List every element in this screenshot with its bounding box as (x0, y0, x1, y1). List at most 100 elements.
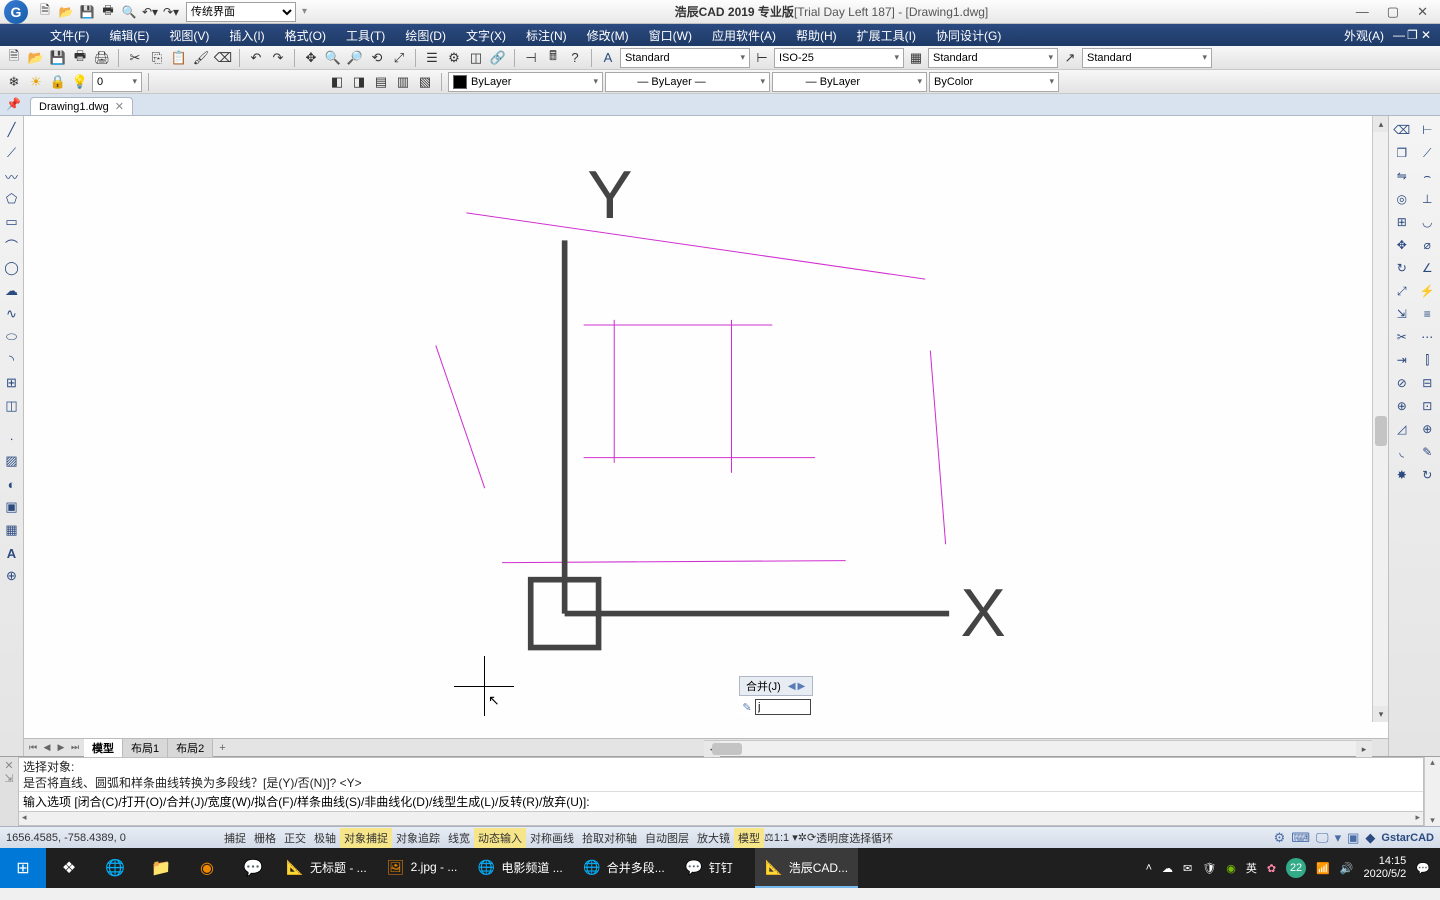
status-toggle[interactable]: 对称画线 (526, 828, 578, 848)
dim-arc-icon[interactable]: ⌢ (1417, 166, 1437, 186)
array-icon[interactable]: ⊞ (1392, 212, 1412, 232)
color-combo[interactable]: ByLayer▾ (448, 72, 603, 92)
doc-minimize-icon[interactable]: — (1390, 28, 1404, 42)
line-icon[interactable]: ╱ (2, 120, 22, 140)
print-icon[interactable]: 🖶 (99, 3, 117, 21)
flower-icon[interactable]: ✿ (1267, 862, 1276, 875)
addsel-icon[interactable]: ⊕ (2, 566, 22, 586)
document-tab[interactable]: Drawing1.dwg ✕ (30, 97, 133, 115)
block-icon[interactable]: ◫ (2, 396, 22, 416)
dim-diameter-icon[interactable]: ⌀ (1417, 235, 1437, 255)
table-style-combo[interactable]: Standard▾ (928, 48, 1058, 68)
matchprop-icon[interactable]: 🖌 (191, 48, 211, 68)
folder-icon[interactable]: 📁 (138, 848, 184, 888)
polygon-icon[interactable]: ⬠ (2, 189, 22, 209)
open-icon[interactable]: 📂 (57, 3, 75, 21)
zoom-window-icon[interactable]: 🔎 (345, 48, 365, 68)
properties-icon[interactable]: ⚙ (444, 48, 464, 68)
menu-item[interactable]: 工具(T) (336, 27, 395, 44)
status-toggle[interactable]: 拾取对称轴 (578, 828, 641, 848)
scroll-thumb[interactable] (1375, 416, 1387, 446)
menu-item[interactable]: 格式(O) (275, 27, 336, 44)
tray-expand-icon[interactable]: ▾ (1335, 830, 1342, 846)
scroll-down-icon[interactable]: ▾ (1373, 706, 1388, 722)
text-style-combo[interactable]: Standard▾ (620, 48, 750, 68)
undo-icon[interactable]: ↶▾ (141, 3, 159, 21)
dim-angular-icon[interactable]: ∠ (1417, 258, 1437, 278)
lineweight-combo[interactable]: — ByLayer▾ (772, 72, 927, 92)
menu-item[interactable]: 文字(X) (456, 27, 516, 44)
chamfer-icon[interactable]: ◿ (1392, 419, 1412, 439)
vertical-scrollbar[interactable]: ▴ ▾ (1372, 116, 1388, 722)
taskbar-task[interactable]: 📐无标题 - ... (276, 848, 377, 888)
copy-obj-icon[interactable]: ❐ (1392, 143, 1412, 163)
tolerance-icon[interactable]: ⊡ (1417, 396, 1437, 416)
dim-break-icon[interactable]: ⊟ (1417, 373, 1437, 393)
layer-freeze-icon[interactable]: ❄ (4, 72, 24, 92)
mleader-style-combo[interactable]: Standard▾ (1082, 48, 1212, 68)
saveas-icon[interactable]: 🖶 (70, 48, 90, 68)
taskbar-task[interactable]: 🖼2.jpg - ... (377, 848, 468, 888)
extend-icon[interactable]: ⇥ (1392, 350, 1412, 370)
undo-icon[interactable]: ↶ (246, 48, 266, 68)
add-layout-icon[interactable]: + (213, 742, 231, 754)
mtext-icon[interactable]: A (2, 543, 22, 563)
scroll-thumb[interactable] (712, 743, 742, 755)
doc-close-icon[interactable]: ✕ (1418, 28, 1432, 42)
menu-item[interactable]: 编辑(E) (99, 27, 159, 44)
menu-item[interactable]: 插入(I) (219, 27, 274, 44)
dim-ord-icon[interactable]: ⊥ (1417, 189, 1437, 209)
prev-option-icon[interactable]: ◀ (787, 681, 797, 692)
anno-scale[interactable]: 1:1 ▾ (774, 831, 798, 844)
browser-icon[interactable]: 🌐 (92, 848, 138, 888)
defender-icon[interactable]: 🛡 (1202, 862, 1216, 875)
tablestyle-icon[interactable]: ▦ (906, 48, 926, 68)
transparency-toggle[interactable]: 透明度 (816, 830, 849, 846)
linetype-combo[interactable]: — ByLayer —▾ (605, 72, 770, 92)
layer-off-icon[interactable]: ☀ (26, 72, 46, 92)
horizontal-scrollbar[interactable]: ◂ ▸ (704, 740, 1372, 756)
ellipsearc-icon[interactable]: ◝ (2, 350, 22, 370)
status-toggle[interactable]: 栅格 (250, 828, 280, 848)
ime-indicator[interactable]: 英 (1246, 860, 1257, 876)
status-toggle[interactable]: 放大镜 (693, 828, 734, 848)
calc-icon[interactable]: 🖩 (543, 48, 563, 68)
pline-icon[interactable]: 〰 (2, 166, 22, 186)
dim-quick-icon[interactable]: ⚡ (1417, 281, 1437, 301)
status-toggle[interactable]: 线宽 (444, 828, 474, 848)
offset-icon[interactable]: ◎ (1392, 189, 1412, 209)
cmd-hscroll[interactable]: ◂▸ (19, 811, 1423, 825)
wechat-icon[interactable]: 💬 (230, 848, 276, 888)
status-toggle[interactable]: 模型 (734, 828, 764, 848)
layer-manager-icon[interactable]: ☰ (422, 48, 442, 68)
taskbar-task[interactable]: 🌐合并多段... (573, 848, 675, 888)
preview-icon[interactable]: 🔍 (120, 3, 138, 21)
selection-cycling[interactable]: 选择循环 (849, 830, 893, 846)
xref-icon[interactable]: 🔗 (488, 48, 508, 68)
tab-prev-icon[interactable]: ◀ (40, 742, 54, 753)
clock[interactable]: 14:15 2020/5/2 (1363, 855, 1406, 881)
hatch-icon[interactable]: ▨ (2, 451, 22, 471)
close-icon[interactable]: ✕ (1417, 4, 1428, 20)
rectangle-icon[interactable]: ▭ (2, 212, 22, 232)
status-toggle[interactable]: 极轴 (310, 828, 340, 848)
start-button[interactable]: ⊞ (0, 848, 46, 888)
dynamic-input-option[interactable]: 合并(J) ◀▶ (739, 676, 813, 696)
spline-icon[interactable]: ∿ (2, 304, 22, 324)
layer-lock-icon[interactable]: 🔒 (48, 72, 68, 92)
doc-restore-icon[interactable]: ❐ (1404, 28, 1418, 42)
tab-close-icon[interactable]: ✕ (115, 100, 124, 113)
new-icon[interactable]: 🗎 (36, 3, 54, 21)
dim-edit-icon[interactable]: ✎ (1417, 442, 1437, 462)
block-icon[interactable]: ◫ (466, 48, 486, 68)
status-toggle[interactable]: 动态输入 (474, 828, 526, 848)
mleaderstyle-icon[interactable]: ↗ (1060, 48, 1080, 68)
workspace-select[interactable]: 传统界面 (186, 2, 296, 22)
menu-item[interactable]: 绘图(D) (395, 27, 456, 44)
dim-radius-icon[interactable]: ◡ (1417, 212, 1437, 232)
clean-screen-icon[interactable]: ▣ (1347, 830, 1359, 846)
plot-icon[interactable]: 🖨 (92, 48, 112, 68)
dim-baseline-icon[interactable]: ≡ (1417, 304, 1437, 324)
help-icon[interactable]: ? (565, 48, 585, 68)
menu-item[interactable]: 标注(N) (516, 27, 577, 44)
